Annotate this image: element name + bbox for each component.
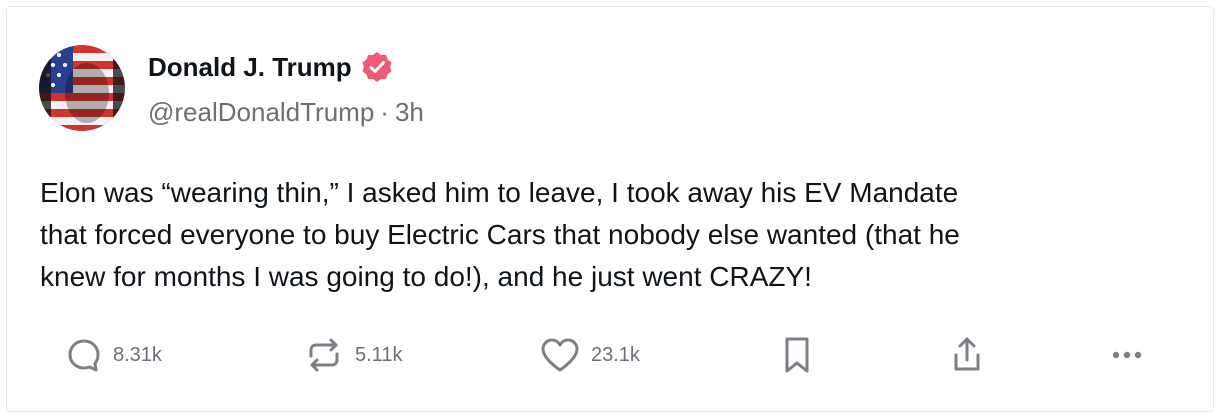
author-name[interactable]: Donald J. Trump (148, 52, 352, 83)
post-text: Elon was “wearing thin,” I asked him to … (40, 177, 960, 292)
reply-button[interactable]: 8.31k (65, 335, 162, 375)
like-button[interactable]: 23.1k (539, 335, 640, 375)
reply-count: 8.31k (113, 343, 162, 366)
heart-icon (539, 336, 581, 374)
author-handle[interactable]: @realDonaldTrump (148, 97, 374, 127)
avatar-image (39, 45, 125, 131)
author-row: Donald J. Trump (148, 50, 394, 84)
more-button[interactable] (1107, 335, 1147, 375)
bookmark-icon (779, 335, 815, 375)
avatar[interactable] (39, 45, 125, 131)
post-meta: @realDonaldTrump · 3h (148, 97, 424, 128)
bookmark-button[interactable] (779, 335, 815, 375)
post-card: Donald J. Trump @realDonaldTrump · 3h Elon… (6, 6, 1214, 412)
share-icon (947, 335, 987, 375)
more-icon (1107, 335, 1147, 375)
reply-icon (65, 336, 103, 374)
meta-separator: · (380, 97, 389, 127)
verified-badge-icon (360, 50, 394, 84)
repost-button[interactable]: 5.11k (303, 335, 402, 375)
repost-icon (303, 336, 345, 374)
share-button[interactable] (947, 335, 987, 375)
like-count: 23.1k (591, 343, 640, 366)
post-time[interactable]: 3h (395, 97, 424, 127)
repost-count: 5.11k (355, 343, 403, 366)
